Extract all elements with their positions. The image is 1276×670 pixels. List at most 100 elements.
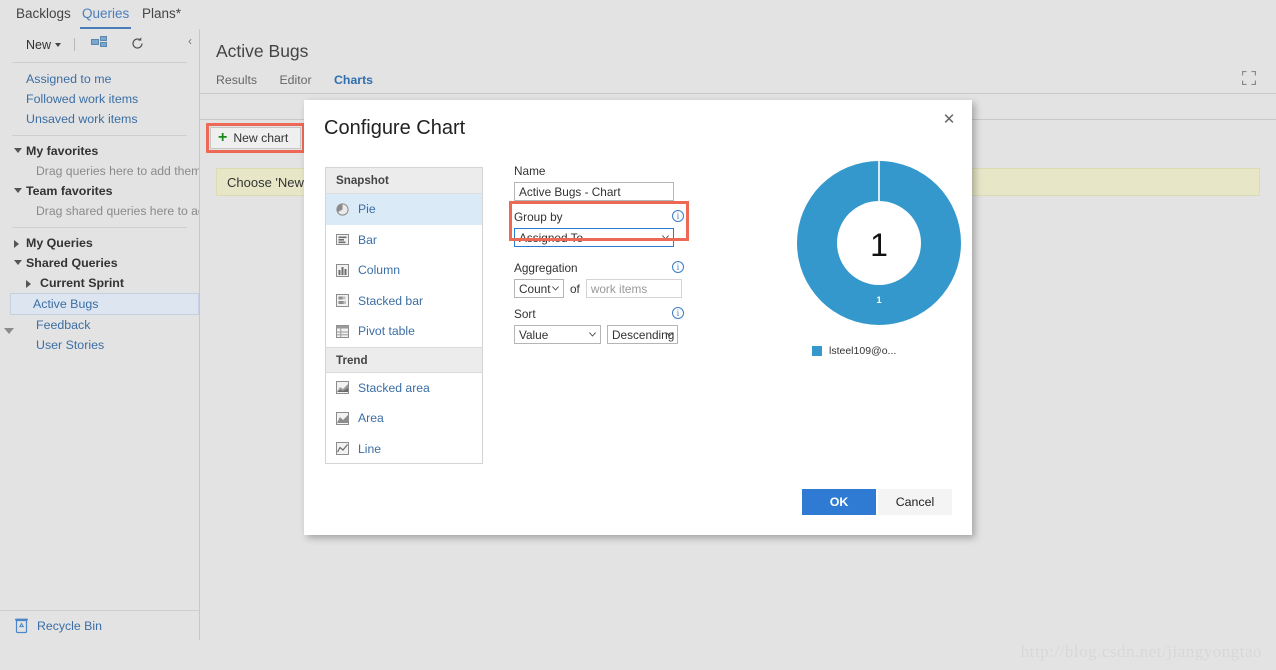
nav-group-label: Team favorites bbox=[26, 184, 113, 198]
nav-unsaved-work-items[interactable]: Unsaved work items bbox=[0, 109, 199, 129]
chart-legend: lsteel109@o... bbox=[794, 345, 964, 357]
group-by-value: Assigned To bbox=[519, 231, 584, 245]
content-tabs: Results Editor Charts bbox=[216, 71, 391, 89]
nav-folder-current-sprint[interactable]: Current Sprint bbox=[0, 273, 199, 293]
aggregation-row: Count of work items bbox=[514, 279, 684, 298]
triangle-down-icon bbox=[14, 260, 22, 265]
nav-tree-shared-queries[interactable]: Shared Queries bbox=[0, 253, 199, 273]
snapshot-section-header: Snapshot bbox=[326, 168, 482, 194]
close-icon[interactable]: ✕ bbox=[938, 108, 960, 130]
sort-field-select[interactable]: Value bbox=[514, 325, 601, 344]
nav-followed-work-items[interactable]: Followed work items bbox=[0, 89, 199, 109]
refresh-icon[interactable] bbox=[130, 36, 145, 56]
chart-type-pie[interactable]: Pie bbox=[326, 194, 482, 225]
nav-tree-label: My Queries bbox=[26, 236, 93, 250]
info-icon[interactable]: i bbox=[672, 210, 684, 222]
new-query-button[interactable]: New bbox=[26, 38, 62, 52]
tab-backlogs[interactable]: Backlogs bbox=[14, 0, 73, 29]
tab-results[interactable]: Results bbox=[216, 73, 257, 87]
chevron-down-icon bbox=[55, 43, 62, 47]
aggregation-select[interactable]: Count bbox=[514, 279, 564, 298]
recycle-bin-icon bbox=[15, 618, 28, 634]
chart-name-input[interactable] bbox=[514, 182, 674, 201]
chevron-down-icon bbox=[666, 332, 673, 337]
tab-queries[interactable]: Queries bbox=[80, 0, 132, 29]
new-chart-label: New chart bbox=[233, 131, 289, 145]
sidebar-item-active-bugs[interactable]: Active Bugs bbox=[10, 293, 199, 315]
sort-row: Value Descending bbox=[514, 325, 684, 344]
chart-config-form: Name Group by i Assigned To Aggregation … bbox=[514, 164, 684, 344]
chevron-down-icon bbox=[662, 235, 669, 240]
sort-field-value: Value bbox=[519, 328, 549, 342]
chart-type-area[interactable]: Area bbox=[326, 403, 482, 434]
nav-group-team-favorites[interactable]: Team favorites bbox=[0, 181, 199, 201]
chart-type-bar[interactable]: Bar bbox=[326, 225, 482, 256]
recycle-bin-label: Recycle Bin bbox=[37, 618, 102, 633]
info-icon[interactable]: i bbox=[672, 261, 684, 273]
dialog-title: Configure Chart bbox=[324, 117, 466, 139]
line-chart-icon bbox=[336, 442, 349, 456]
configure-chart-dialog: ✕ Configure Chart Snapshot Pie Bar Colum… bbox=[304, 100, 972, 535]
chart-type-label: Pie bbox=[358, 202, 376, 217]
chart-type-line[interactable]: Line bbox=[326, 434, 482, 465]
sidebar-item-user-stories[interactable]: User Stories bbox=[0, 335, 199, 355]
sort-direction-select[interactable]: Descending bbox=[607, 325, 678, 344]
sidebar-item-feedback[interactable]: Feedback bbox=[0, 315, 199, 335]
pie-chart-icon bbox=[336, 203, 349, 216]
tab-editor[interactable]: Editor bbox=[279, 73, 311, 87]
plus-icon: + bbox=[218, 129, 228, 146]
group-by-label-row: Group by i bbox=[514, 210, 684, 225]
donut-center-total: 1 bbox=[870, 227, 888, 263]
nav-queries-tree: My Queries Shared Queries Current Sprint… bbox=[0, 233, 199, 355]
chart-type-label: Stacked area bbox=[358, 380, 430, 395]
nav-group-label: My favorites bbox=[26, 144, 99, 158]
triangle-down-icon bbox=[14, 148, 22, 153]
app-root: Backlogs Queries Plans* ‹ New Assigned t… bbox=[0, 0, 1276, 670]
left-nav-links: Assigned to me Followed work items Unsav… bbox=[0, 69, 199, 129]
watermark: http://blog.csdn.net/jiangyongtao bbox=[1020, 642, 1262, 661]
fullscreen-icon[interactable] bbox=[1241, 70, 1257, 86]
top-tab-bar: Backlogs Queries Plans* bbox=[0, 0, 1276, 29]
info-icon[interactable]: i bbox=[672, 307, 684, 319]
area-chart-icon bbox=[336, 411, 349, 425]
my-favorites-hint: Drag queries here to add them to... bbox=[36, 164, 199, 178]
nav-query-label: Active Bugs bbox=[33, 297, 99, 311]
ok-button[interactable]: OK bbox=[802, 489, 876, 515]
columns-icon[interactable] bbox=[91, 36, 108, 56]
nav-tree-my-queries[interactable]: My Queries bbox=[0, 233, 199, 253]
chart-type-label: Pivot table bbox=[358, 324, 415, 339]
aggregation-label: Aggregation bbox=[514, 261, 578, 275]
chart-type-label: Stacked bar bbox=[358, 293, 424, 308]
chart-type-pivot-table[interactable]: Pivot table bbox=[326, 316, 482, 347]
chart-type-label: Bar bbox=[358, 232, 377, 247]
team-favorites-hint: Drag shared queries here to add ... bbox=[36, 204, 199, 218]
chevron-down-icon bbox=[552, 286, 559, 291]
recycle-bin-item[interactable]: Recycle Bin bbox=[0, 610, 199, 640]
nav-favorites-section: My favorites Drag queries here to add th… bbox=[0, 141, 199, 221]
tab-plans[interactable]: Plans* bbox=[140, 0, 183, 29]
chart-type-stacked-bar[interactable]: Stacked bar bbox=[326, 286, 482, 317]
toolbar-divider bbox=[74, 38, 75, 51]
sort-label: Sort bbox=[514, 307, 536, 321]
tab-charts[interactable]: Charts bbox=[334, 73, 373, 87]
donut-chart: 1 1 bbox=[794, 155, 964, 331]
page-title: Active Bugs bbox=[216, 41, 309, 61]
stacked-area-chart-icon bbox=[336, 381, 349, 395]
new-chart-highlight: + New chart bbox=[206, 123, 306, 153]
chart-type-label: Line bbox=[358, 441, 382, 456]
chart-type-label: Area bbox=[358, 411, 384, 426]
aggregation-target-field: work items bbox=[585, 279, 682, 298]
triangle-down-icon bbox=[14, 188, 22, 193]
collapse-panel-icon[interactable]: ‹ bbox=[188, 34, 192, 48]
info-bar-text: Choose 'New bbox=[227, 174, 304, 190]
nav-divider-2 bbox=[12, 227, 187, 228]
new-chart-button[interactable]: + New chart bbox=[210, 127, 302, 149]
group-by-select[interactable]: Assigned To bbox=[514, 228, 674, 247]
chart-type-column[interactable]: Column bbox=[326, 255, 482, 286]
sort-label-row: Sort i bbox=[514, 307, 684, 322]
cancel-button[interactable]: Cancel bbox=[878, 489, 952, 515]
chart-type-stacked-area[interactable]: Stacked area bbox=[326, 373, 482, 404]
nav-group-my-favorites[interactable]: My favorites bbox=[0, 141, 199, 161]
left-navigation-panel: ‹ New Assigned to me Followed work items… bbox=[0, 29, 200, 640]
nav-assigned-to-me[interactable]: Assigned to me bbox=[0, 69, 199, 89]
